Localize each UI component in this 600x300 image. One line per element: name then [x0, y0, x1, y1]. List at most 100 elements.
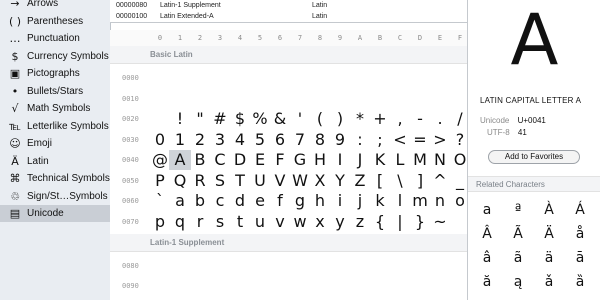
character-cell[interactable]: N: [429, 150, 451, 170]
related-character[interactable]: ȁ: [565, 270, 595, 294]
character-cell[interactable]: p: [149, 212, 171, 232]
character-cell[interactable]: B: [189, 150, 211, 170]
character-cell[interactable]: w: [289, 212, 311, 232]
character-cell[interactable]: t: [229, 212, 251, 232]
related-character[interactable]: Â: [472, 222, 502, 246]
character-cell[interactable]: ;: [369, 130, 391, 150]
character-cell[interactable]: 6: [269, 130, 291, 150]
character-cell[interactable]: {: [369, 212, 391, 232]
character-cell[interactable]: z: [349, 212, 371, 232]
character-cell[interactable]: #: [209, 109, 231, 129]
character-cell[interactable]: Y: [329, 171, 351, 191]
related-character[interactable]: À: [534, 198, 564, 222]
character-cell[interactable]: *: [349, 109, 371, 129]
character-cell[interactable]: 1: [169, 130, 191, 150]
character-cell[interactable]: m: [409, 191, 431, 211]
character-cell[interactable]: :: [349, 130, 371, 150]
related-character[interactable]: ā: [565, 246, 595, 270]
character-cell[interactable]: ): [329, 109, 351, 129]
character-cell[interactable]: 0: [149, 130, 171, 150]
sidebar-item-currency-symbols[interactable]: $ Currency Symbols: [0, 48, 110, 65]
character-cell[interactable]: ': [289, 109, 311, 129]
sidebar-item-math-symbols[interactable]: √ Math Symbols: [0, 100, 110, 117]
selected-character-cell[interactable]: A: [169, 150, 191, 170]
character-cell[interactable]: U: [249, 171, 271, 191]
character-cell[interactable]: a: [169, 191, 191, 211]
character-cell[interactable]: C: [209, 150, 231, 170]
block-range-row[interactable]: 00000100 Latin Extended-A Latin: [110, 11, 467, 22]
character-cell[interactable]: r: [189, 212, 211, 232]
character-cell[interactable]: K: [369, 150, 391, 170]
sidebar-item-bullets-stars[interactable]: • Bullets/Stars: [0, 83, 110, 100]
character-cell[interactable]: P: [149, 171, 171, 191]
sidebar-item-arrows[interactable]: → Arrows: [0, 0, 110, 12]
sidebar-item-letterlike-symbols[interactable]: ℡ Letterlike Symbols: [0, 118, 110, 135]
related-character[interactable]: ǎ: [534, 270, 564, 294]
character-cell[interactable]: V: [269, 171, 291, 191]
character-cell[interactable]: g: [289, 191, 311, 211]
character-cell[interactable]: 7: [289, 130, 311, 150]
related-character[interactable]: ą: [503, 270, 533, 294]
character-cell[interactable]: .: [429, 109, 451, 129]
character-cell[interactable]: >: [429, 130, 451, 150]
character-cell[interactable]: e: [249, 191, 271, 211]
character-cell[interactable]: [: [369, 171, 391, 191]
character-cell[interactable]: ,: [389, 109, 411, 129]
character-cell[interactable]: !: [169, 109, 191, 129]
character-cell[interactable]: n: [429, 191, 451, 211]
character-cell[interactable]: I: [329, 150, 351, 170]
character-cell[interactable]: 9: [329, 130, 351, 150]
character-cell[interactable]: T: [229, 171, 251, 191]
character-cell[interactable]: y: [329, 212, 351, 232]
sidebar-item-punctuation[interactable]: … Punctuation: [0, 30, 110, 47]
sidebar-item-latin[interactable]: Ä Latin: [0, 153, 110, 170]
character-cell[interactable]: \: [389, 171, 411, 191]
character-cell[interactable]: ^: [429, 171, 451, 191]
character-cell[interactable]: J: [349, 150, 371, 170]
related-character[interactable]: Ä: [534, 222, 564, 246]
related-character[interactable]: a: [472, 198, 502, 222]
character-cell[interactable]: [149, 109, 171, 129]
sidebar-item-pictographs[interactable]: ▣ Pictographs: [0, 65, 110, 82]
character-cell[interactable]: 8: [309, 130, 331, 150]
character-cell[interactable]: E: [249, 150, 271, 170]
sidebar-item-emoji[interactable]: ☺ Emoji: [0, 135, 110, 152]
character-cell[interactable]: &: [269, 109, 291, 129]
related-character[interactable]: ă: [472, 270, 502, 294]
character-cell[interactable]: 4: [229, 130, 251, 150]
character-cell[interactable]: c: [209, 191, 231, 211]
character-cell[interactable]: <: [389, 130, 411, 150]
add-to-favorites-button[interactable]: Add to Favorites: [488, 150, 580, 164]
character-cell[interactable]: X: [309, 171, 331, 191]
block-range-row[interactable]: 00000080 Latin-1 Supplement Latin: [110, 0, 467, 11]
character-cell[interactable]: k: [369, 191, 391, 211]
character-cell[interactable]: 3: [209, 130, 231, 150]
related-character[interactable]: Ã: [503, 222, 533, 246]
sidebar-item-parentheses[interactable]: ( ) Parentheses: [0, 13, 110, 30]
character-cell[interactable]: H: [309, 150, 331, 170]
character-cell[interactable]: W: [289, 171, 311, 191]
character-cell[interactable]: G: [289, 150, 311, 170]
related-character[interactable]: Á: [565, 198, 595, 222]
character-cell[interactable]: `: [149, 191, 171, 211]
character-cell[interactable]: S: [209, 171, 231, 191]
character-cell[interactable]: F: [269, 150, 291, 170]
character-cell[interactable]: $: [229, 109, 251, 129]
character-cell[interactable]: h: [309, 191, 331, 211]
character-cell[interactable]: ]: [409, 171, 431, 191]
sidebar-item-unicode[interactable]: ▤ Unicode: [0, 205, 110, 222]
character-cell[interactable]: @: [149, 150, 171, 170]
character-cell[interactable]: R: [189, 171, 211, 191]
character-cell[interactable]: =: [409, 130, 431, 150]
character-cell[interactable]: l: [389, 191, 411, 211]
character-cell[interactable]: u: [249, 212, 271, 232]
character-cell[interactable]: x: [309, 212, 331, 232]
character-cell[interactable]: (: [309, 109, 331, 129]
related-character[interactable]: ã: [503, 246, 533, 270]
character-cell[interactable]: }: [409, 212, 431, 232]
character-cell[interactable]: Z: [349, 171, 371, 191]
related-character[interactable]: ª: [503, 198, 533, 222]
character-cell[interactable]: %: [249, 109, 271, 129]
character-cell[interactable]: L: [389, 150, 411, 170]
character-cell[interactable]: s: [209, 212, 231, 232]
